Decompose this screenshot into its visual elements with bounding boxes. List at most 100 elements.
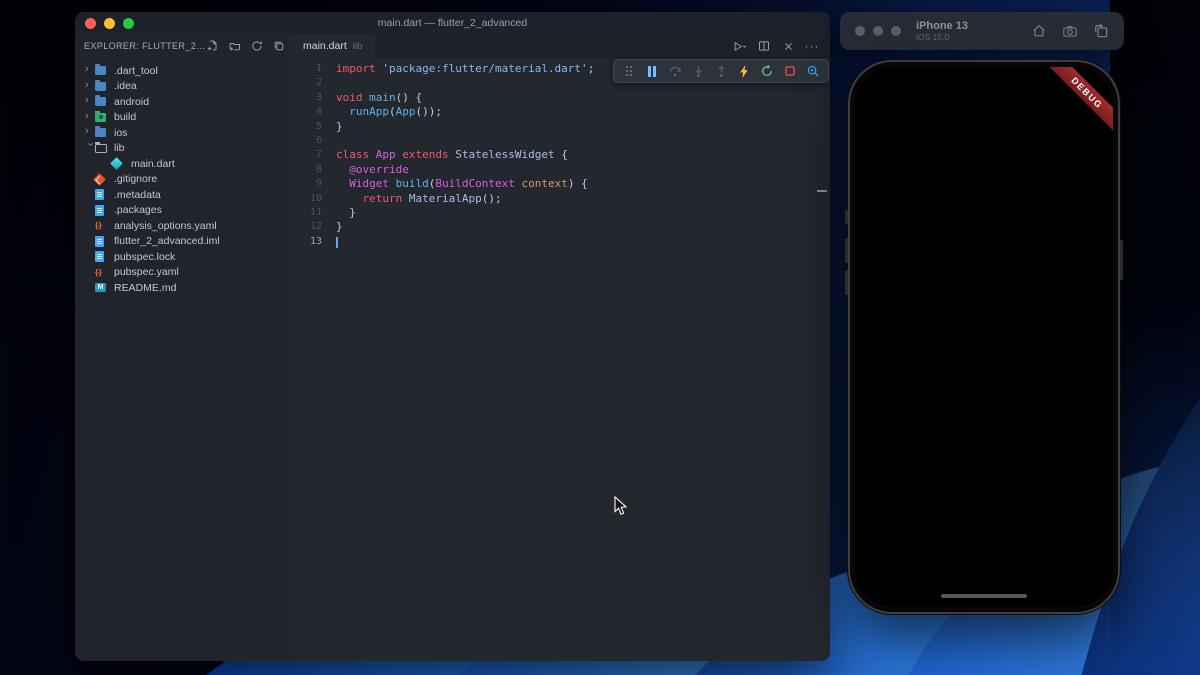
- chevron-icon[interactable]: ›: [85, 80, 95, 91]
- code-line[interactable]: 11 }: [290, 206, 830, 220]
- step-out-icon[interactable]: [714, 64, 728, 78]
- line-number: 11: [290, 206, 336, 220]
- widget-inspector-icon[interactable]: [806, 64, 820, 78]
- step-into-icon[interactable]: [691, 64, 705, 78]
- explorer-sidebar: EXPLORER: FLUTTER_2…: [75, 34, 290, 661]
- code-editor[interactable]: 1import 'package:flutter/material.dart';…: [290, 58, 830, 661]
- titlebar[interactable]: main.dart — flutter_2_advanced: [75, 12, 830, 34]
- code-line[interactable]: 13: [290, 235, 830, 249]
- iphone-screen[interactable]: DEBUG: [855, 67, 1113, 607]
- explorer-header: EXPLORER: FLUTTER_2…: [75, 34, 290, 58]
- tree-item-ios[interactable]: › ios: [75, 125, 290, 141]
- tab-bar: main.dart lib ···: [290, 34, 830, 58]
- code-line[interactable]: 7class App extends StatelessWidget {: [290, 148, 830, 162]
- hot-reload-icon[interactable]: [737, 64, 751, 78]
- stop-icon[interactable]: [783, 64, 797, 78]
- chevron-icon[interactable]: ›: [85, 142, 96, 152]
- iphone-frame: DEBUG: [848, 60, 1120, 614]
- tree-item-.metadata[interactable]: .metadata: [75, 187, 290, 203]
- tree-item-label: build: [114, 111, 136, 123]
- drag-gripper-icon[interactable]: [622, 64, 636, 78]
- collapse-folders-icon[interactable]: [272, 39, 286, 53]
- folder-open-icon: [95, 144, 110, 153]
- simulator-minimize-button[interactable]: [873, 26, 883, 36]
- power-button[interactable]: [1120, 240, 1123, 280]
- code-line[interactable]: 3void main() {: [290, 91, 830, 105]
- new-folder-icon[interactable]: [228, 39, 242, 53]
- folder-icon: [95, 66, 110, 75]
- editor-more-icon[interactable]: ···: [805, 39, 819, 53]
- file-icon: [95, 236, 110, 247]
- new-file-icon[interactable]: [206, 39, 220, 53]
- tree-item-README.md[interactable]: M README.md: [75, 280, 290, 296]
- git-icon: [95, 175, 110, 184]
- volume-down-button[interactable]: [845, 270, 848, 295]
- md-icon: M: [95, 283, 110, 292]
- simulator-close-button[interactable]: [855, 26, 865, 36]
- tree-item-android[interactable]: ›android: [75, 94, 290, 110]
- wallpaper-shade: [1110, 0, 1200, 675]
- tree-item-lib[interactable]: ›lib: [75, 141, 290, 157]
- simulator-traffic-lights: [840, 26, 901, 36]
- folder-icon: [95, 128, 110, 137]
- code-line[interactable]: 9 Widget build(BuildContext context) {: [290, 177, 830, 191]
- screenshot-icon[interactable]: [1063, 24, 1077, 38]
- code-line[interactable]: 10 return MaterialApp();: [290, 192, 830, 206]
- home-icon[interactable]: [1032, 24, 1046, 38]
- close-window-button[interactable]: [85, 18, 96, 29]
- simulator-toolbar[interactable]: iPhone 13 iOS 15.0: [840, 12, 1124, 50]
- line-number: 6: [290, 134, 336, 148]
- tree-item-label: ios: [114, 127, 127, 139]
- close-tab-icon[interactable]: [781, 39, 795, 53]
- minimize-window-button[interactable]: [104, 18, 115, 29]
- code-text: @override: [336, 163, 409, 177]
- step-over-icon[interactable]: [668, 64, 682, 78]
- chevron-icon[interactable]: ›: [85, 111, 95, 122]
- tree-item-label: README.md: [114, 282, 176, 294]
- restart-icon[interactable]: [760, 64, 774, 78]
- code-line[interactable]: 8 @override: [290, 163, 830, 177]
- pause-icon[interactable]: [645, 64, 659, 78]
- tree-item-pubspec.yaml[interactable]: {-}pubspec.yaml: [75, 265, 290, 281]
- tab-main-dart[interactable]: main.dart lib: [290, 34, 375, 58]
- tree-item-label: flutter_2_advanced.iml: [114, 235, 220, 247]
- chevron-icon[interactable]: ›: [85, 126, 95, 137]
- run-or-debug-icon[interactable]: [733, 39, 747, 53]
- scrollbar-cursor-mark[interactable]: [817, 190, 827, 192]
- code-lines: 1import 'package:flutter/material.dart';…: [290, 62, 830, 249]
- tree-item-build[interactable]: › build: [75, 110, 290, 126]
- folder-icon: [95, 97, 110, 106]
- line-number: 13: [290, 235, 336, 249]
- chevron-icon[interactable]: ›: [85, 64, 95, 75]
- code-line[interactable]: 4 runApp(App());: [290, 105, 830, 119]
- device-name: iPhone 13: [916, 20, 968, 32]
- mute-switch[interactable]: [845, 210, 848, 224]
- yaml-icon: {-}: [95, 268, 110, 277]
- tree-item-pubspec.lock[interactable]: pubspec.lock: [75, 249, 290, 265]
- code-line[interactable]: 12}: [290, 220, 830, 234]
- chevron-icon[interactable]: ›: [85, 95, 95, 106]
- line-number: 5: [290, 120, 336, 134]
- tab-label: main.dart: [303, 40, 347, 52]
- tree-item-.dart_tool[interactable]: ›.dart_tool: [75, 63, 290, 79]
- tree-item-main.dart[interactable]: main.dart: [75, 156, 290, 172]
- rotate-icon[interactable]: [1094, 24, 1108, 38]
- code-text: Widget build(BuildContext context) {: [336, 177, 588, 191]
- code-line[interactable]: 5}: [290, 120, 830, 134]
- zoom-window-button[interactable]: [123, 18, 134, 29]
- volume-up-button[interactable]: [845, 238, 848, 263]
- tree-item-.packages[interactable]: .packages: [75, 203, 290, 219]
- simulator-zoom-button[interactable]: [891, 26, 901, 36]
- refresh-explorer-icon[interactable]: [250, 39, 264, 53]
- tree-item-label: main.dart: [131, 158, 175, 170]
- file-icon: [95, 189, 110, 200]
- tree-item-label: .gitignore: [114, 173, 157, 185]
- tree-item-.gitignore[interactable]: .gitignore: [75, 172, 290, 188]
- home-indicator[interactable]: [941, 594, 1027, 598]
- line-number: 12: [290, 220, 336, 234]
- tree-item-analysis_options.yaml[interactable]: {-}analysis_options.yaml: [75, 218, 290, 234]
- tree-item-flutter_2_advanced.iml[interactable]: flutter_2_advanced.iml: [75, 234, 290, 250]
- code-line[interactable]: 6: [290, 134, 830, 148]
- tree-item-.idea[interactable]: ›.idea: [75, 79, 290, 95]
- split-editor-icon[interactable]: [757, 39, 771, 53]
